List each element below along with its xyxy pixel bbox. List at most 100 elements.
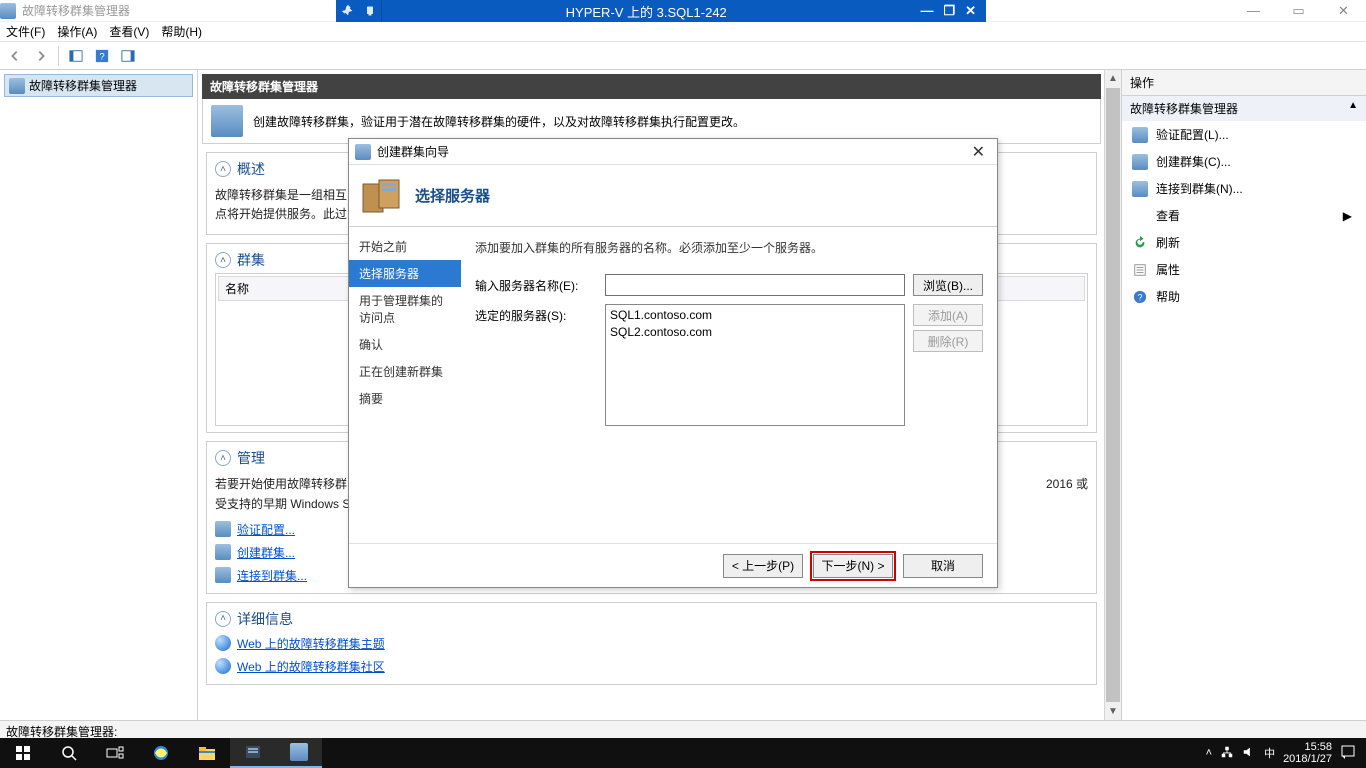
search-button[interactable] [46, 738, 92, 768]
chevron-up-icon: ˄ [215, 450, 231, 466]
nav-forward-button[interactable] [30, 45, 52, 67]
submenu-arrow-icon: ▶ [1343, 209, 1352, 223]
tray-volume-icon[interactable] [1242, 745, 1256, 762]
hyperv-min-button[interactable]: — [920, 3, 933, 19]
actions-pane: 操作 故障转移群集管理器 ▲ 验证配置(L)... 创建群集(C)... 连接到… [1122, 70, 1366, 720]
wizard-footer: < 上一步(P) 下一步(N) > 取消 [349, 543, 997, 587]
action-help[interactable]: ? 帮助 [1122, 283, 1366, 310]
list-item[interactable]: SQL2.contoso.com [610, 324, 900, 341]
taskbar-server-manager[interactable] [230, 738, 276, 768]
action-refresh[interactable]: 刷新 [1122, 229, 1366, 256]
action-validate[interactable]: 验证配置(L)... [1122, 121, 1366, 148]
chevron-up-icon: ˄ [215, 252, 231, 268]
tray-clock[interactable]: 15:58 2018/1/27 [1283, 741, 1332, 765]
outer-max-button[interactable]: ▭ [1276, 0, 1321, 22]
wizard-close-button[interactable]: ✕ [966, 142, 991, 162]
action-help-label: 帮助 [1156, 288, 1180, 305]
hyperv-close-button[interactable]: ✕ [965, 3, 976, 19]
action-create[interactable]: 创建群集(C)... [1122, 148, 1366, 175]
browse-button[interactable]: 浏览(B)... [913, 274, 983, 296]
add-button: 添加(A) [913, 304, 983, 326]
start-button[interactable] [0, 738, 46, 768]
chevron-up-icon: ˄ [215, 611, 231, 627]
server-name-input[interactable] [605, 274, 905, 296]
next-button[interactable]: 下一步(N) > [813, 554, 893, 578]
actions-group-label: 故障转移群集管理器 [1130, 100, 1238, 117]
wizard-nav-creating[interactable]: 正在创建新群集 [349, 358, 461, 385]
cluster-icon [9, 78, 25, 94]
link-web-topic[interactable]: Web 上的故障转移群集主题 [237, 635, 385, 652]
taskview-button[interactable] [92, 738, 138, 768]
wizard-nav-confirm[interactable]: 确认 [349, 331, 461, 358]
wizard-titlebar: 创建群集向导 ✕ [349, 139, 997, 165]
show-hide-tree-button[interactable] [65, 45, 87, 67]
create-icon [215, 544, 231, 560]
vertical-scrollbar[interactable]: ▲ ▼ [1104, 70, 1121, 720]
tree-root-item[interactable]: 故障转移群集管理器 [4, 74, 193, 97]
outer-min-button[interactable]: — [1231, 0, 1276, 22]
action-view[interactable]: 查看 ▶ [1122, 202, 1366, 229]
clusters-title: 群集 [237, 250, 265, 270]
link-validate[interactable]: 验证配置... [237, 521, 295, 538]
validate-icon [1132, 127, 1148, 143]
link-web-community[interactable]: Web 上的故障转移群集社区 [237, 658, 385, 675]
manage-body: 若要开始使用故障转移群 受支持的早期 Windows S [215, 475, 350, 513]
globe-icon [215, 658, 231, 674]
nav-back-button[interactable] [4, 45, 26, 67]
details-header[interactable]: ˄ 详细信息 [215, 609, 1088, 632]
label-server-name: 输入服务器名称(E): [475, 274, 597, 294]
create-cluster-wizard: 创建群集向导 ✕ 选择服务器 开始之前 选择服务器 用于管理群集的访问点 确认 … [348, 138, 998, 588]
menu-action[interactable]: 操作(A) [57, 23, 97, 40]
wizard-nav: 开始之前 选择服务器 用于管理群集的访问点 确认 正在创建新群集 摘要 [349, 227, 461, 543]
prev-button[interactable]: < 上一步(P) [723, 554, 803, 578]
connect-icon [1132, 181, 1148, 197]
status-bar: 故障转移群集管理器: [0, 720, 1366, 738]
wizard-nav-access[interactable]: 用于管理群集的访问点 [349, 287, 461, 331]
tree-pane: 故障转移群集管理器 [0, 70, 198, 720]
hyperv-pin-icon[interactable] [336, 0, 382, 22]
label-selected-servers: 选定的服务器(S): [475, 304, 597, 324]
menu-file[interactable]: 文件(F) [6, 23, 45, 40]
action-connect[interactable]: 连接到群集(N)... [1122, 175, 1366, 202]
tray-chevron-icon[interactable]: ˄ [1206, 747, 1212, 759]
details-title: 详细信息 [237, 609, 293, 629]
action-view-label: 查看 [1132, 207, 1180, 224]
taskbar-ie[interactable] [138, 738, 184, 768]
selected-servers-list[interactable]: SQL1.contoso.com SQL2.contoso.com [605, 304, 905, 426]
scroll-thumb[interactable] [1106, 88, 1120, 702]
properties-icon [1132, 262, 1148, 278]
help-button[interactable]: ? [91, 45, 113, 67]
system-tray: ˄ 中 15:58 2018/1/27 [1206, 741, 1366, 765]
scroll-down-icon[interactable]: ▼ [1105, 703, 1121, 720]
taskbar-cluster-manager[interactable] [276, 738, 322, 768]
wizard-hint: 添加要加入群集的所有服务器的名称。必须添加至少一个服务器。 [475, 237, 983, 274]
link-create[interactable]: 创建群集... [237, 544, 295, 561]
cancel-button[interactable]: 取消 [903, 554, 983, 578]
actions-group-header[interactable]: 故障转移群集管理器 ▲ [1122, 96, 1366, 121]
link-connect[interactable]: 连接到群集... [237, 567, 307, 584]
action-properties[interactable]: 属性 [1122, 256, 1366, 283]
create-icon [1132, 154, 1148, 170]
outer-close-button[interactable]: ✕ [1321, 0, 1366, 22]
wizard-nav-summary[interactable]: 摘要 [349, 385, 461, 412]
menu-help[interactable]: 帮助(H) [161, 23, 202, 40]
wizard-nav-select[interactable]: 选择服务器 [349, 260, 461, 287]
menu-view[interactable]: 查看(V) [109, 23, 149, 40]
action-validate-label: 验证配置(L)... [1156, 126, 1229, 143]
hyperv-restore-button[interactable]: ❐ [943, 3, 955, 19]
wizard-banner: 选择服务器 [349, 165, 997, 227]
tray-notifications-icon[interactable] [1340, 744, 1356, 763]
svg-text:?: ? [1138, 292, 1143, 302]
action-create-label: 创建群集(C)... [1156, 153, 1231, 170]
scroll-up-icon[interactable]: ▲ [1105, 70, 1121, 87]
wizard-nav-before[interactable]: 开始之前 [349, 233, 461, 260]
status-text: 故障转移群集管理器: [6, 725, 117, 739]
svg-text:?: ? [99, 51, 104, 62]
taskbar-explorer[interactable] [184, 738, 230, 768]
tray-network-icon[interactable] [1220, 745, 1234, 762]
tray-date: 2018/1/27 [1283, 753, 1332, 765]
wizard-title: 创建群集向导 [377, 143, 449, 160]
tray-ime[interactable]: 中 [1264, 745, 1275, 761]
list-item[interactable]: SQL1.contoso.com [610, 307, 900, 324]
show-hide-action-button[interactable] [117, 45, 139, 67]
